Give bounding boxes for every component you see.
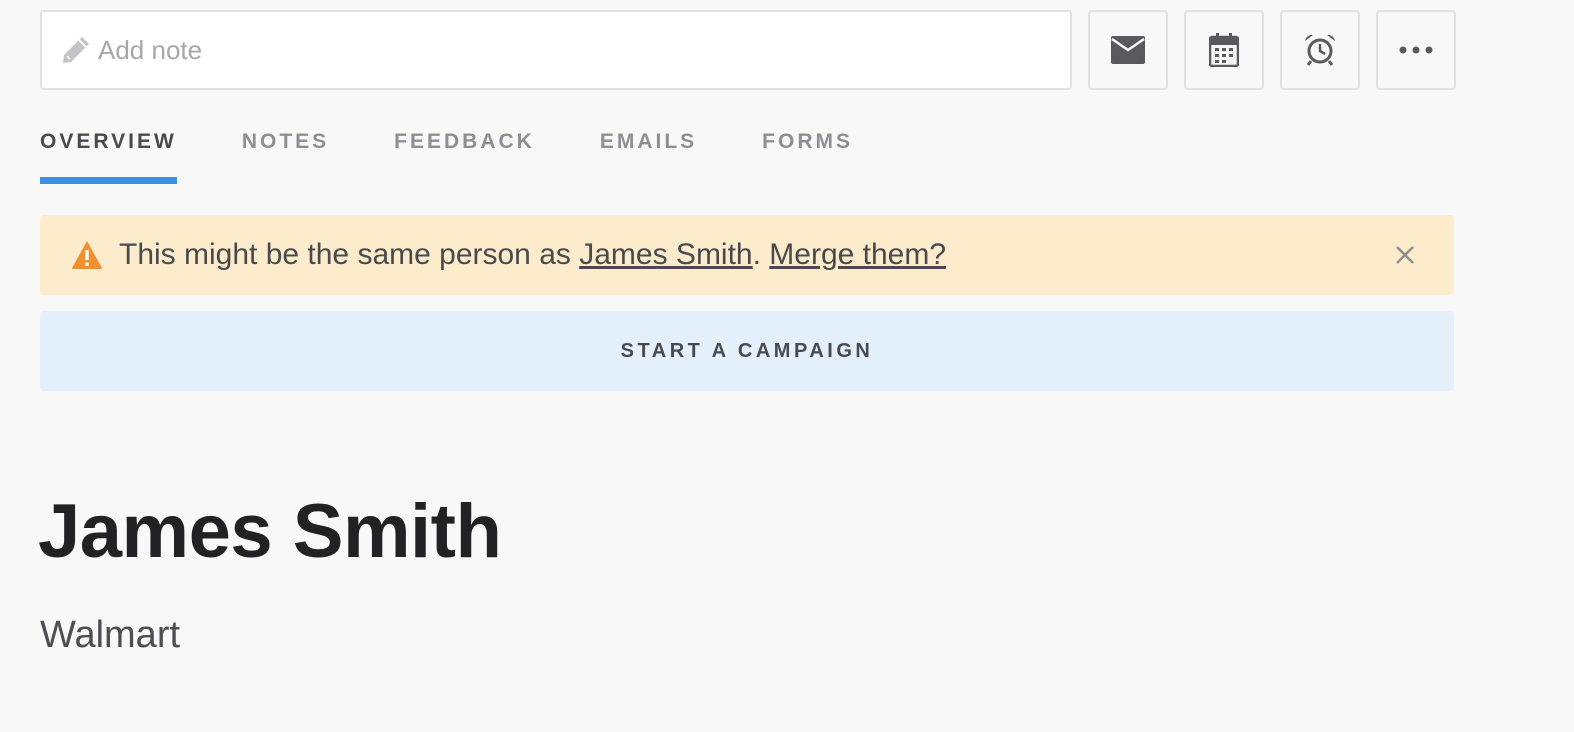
calendar-icon bbox=[1209, 33, 1239, 67]
contact-company: Walmart bbox=[40, 614, 181, 656]
close-icon[interactable] bbox=[1392, 242, 1418, 268]
ellipsis-icon bbox=[1399, 46, 1433, 54]
contact-tabs: OVERVIEW NOTES FEEDBACK EMAILS FORMS bbox=[40, 118, 918, 184]
duplicate-warning-banner: This might be the same person as James S… bbox=[40, 215, 1454, 295]
reminder-button[interactable] bbox=[1280, 10, 1360, 90]
merge-contacts-link[interactable]: Merge them? bbox=[769, 238, 946, 271]
warning-triangle-icon bbox=[71, 241, 103, 269]
tab-emails[interactable]: EMAILS bbox=[600, 118, 697, 184]
action-toolbar bbox=[40, 10, 1456, 90]
tab-overview[interactable]: OVERVIEW bbox=[40, 118, 177, 184]
tab-notes[interactable]: NOTES bbox=[242, 118, 329, 184]
start-campaign-button[interactable]: START A CAMPAIGN bbox=[40, 311, 1454, 391]
envelope-icon bbox=[1111, 36, 1145, 64]
warning-separator: . bbox=[752, 238, 770, 271]
more-button[interactable] bbox=[1376, 10, 1456, 90]
add-note-input[interactable] bbox=[42, 12, 1070, 88]
warning-message: This might be the same person as James S… bbox=[119, 238, 946, 272]
email-button[interactable] bbox=[1088, 10, 1168, 90]
contact-name: James Smith bbox=[38, 489, 502, 574]
pencil-icon bbox=[63, 37, 89, 63]
duplicate-contact-link[interactable]: James Smith bbox=[579, 238, 752, 271]
calendar-button[interactable] bbox=[1184, 10, 1264, 90]
add-note-field[interactable] bbox=[40, 10, 1072, 90]
tab-feedback[interactable]: FEEDBACK bbox=[394, 118, 535, 184]
tab-forms[interactable]: FORMS bbox=[762, 118, 853, 184]
alarm-clock-icon bbox=[1305, 34, 1335, 66]
warning-prefix: This might be the same person as bbox=[119, 238, 580, 271]
